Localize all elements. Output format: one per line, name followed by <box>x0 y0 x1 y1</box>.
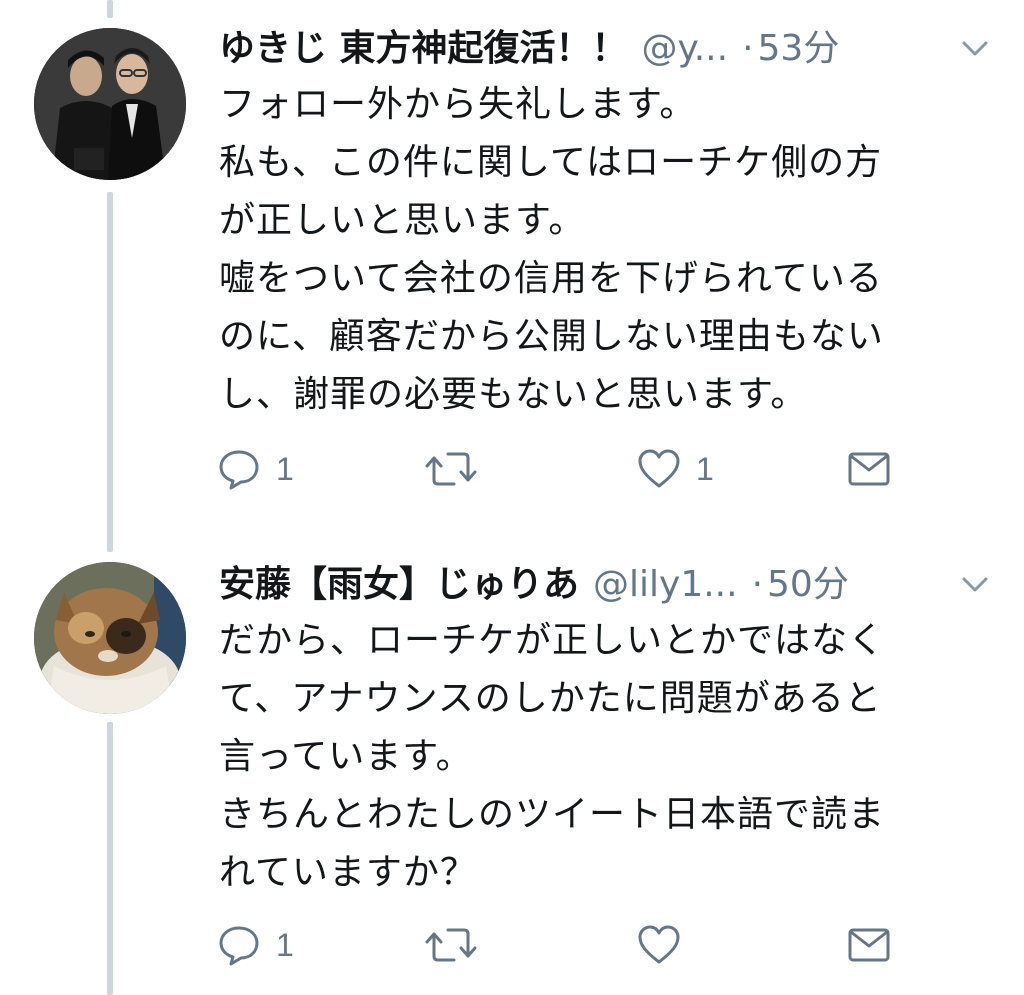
tweet-text-line: が正しいと思います。 <box>219 200 586 241</box>
retweet-icon <box>425 452 477 486</box>
timestamp[interactable]: 53分 <box>758 24 840 74</box>
envelope-icon <box>848 928 890 962</box>
reply-count: 1 <box>276 926 294 963</box>
tweet-text-line: 嘘をついて会社の信用を下げられている <box>219 258 883 299</box>
like-count: 1 <box>696 450 714 487</box>
separator-dot: · <box>742 28 754 69</box>
user-handle[interactable]: @y... <box>642 24 729 74</box>
avatar-photo-icon <box>34 562 186 714</box>
avatar[interactable] <box>34 562 186 714</box>
reply-icon <box>219 926 259 966</box>
tweet-actions: 1 1 <box>216 444 1006 494</box>
tweet-text-line: フォロー外から失礼します。 <box>219 84 697 125</box>
chevron-down-icon[interactable] <box>960 36 990 60</box>
direct-message-button[interactable] <box>846 444 892 494</box>
direct-message-button[interactable] <box>846 920 892 970</box>
display-name[interactable]: 安藤【雨女】じゅりあ <box>219 560 579 610</box>
user-handle[interactable]: @lily1... <box>593 560 738 610</box>
tweet-text-line: て、アナウンスのしかたに問題があると <box>219 678 882 719</box>
heart-icon <box>638 925 680 964</box>
like-button[interactable]: 1 <box>636 444 714 494</box>
tweet-text: フォロー外から失礼します。 私も、この件に関してはローチケ側の方 が正しいと思い… <box>219 76 1009 424</box>
avatar-photo-icon <box>34 28 186 180</box>
reply-count: 1 <box>276 450 294 487</box>
like-button[interactable] <box>636 920 696 970</box>
tweet-text-line: し、謝罪の必要もないと思います。 <box>219 374 808 415</box>
tweet-text-line: だから、ローチケが正しいとかではなく <box>219 620 886 661</box>
tweet-actions: 1 <box>216 920 1006 970</box>
retweet-button[interactable] <box>424 444 492 494</box>
reply-icon <box>219 450 259 490</box>
envelope-icon <box>848 452 890 486</box>
reply-button[interactable]: 1 <box>216 920 294 970</box>
tweet-text-line: 言っています。 <box>219 736 473 777</box>
tweet[interactable]: 安藤【雨女】じゅりあ @lily1... · 50分 だから、ローチケが正しいと… <box>0 540 1024 995</box>
tweet-text-line: のに、顧客だから公開しない理由もない <box>219 316 884 357</box>
avatar[interactable] <box>34 28 186 180</box>
retweet-button[interactable] <box>424 920 492 970</box>
timestamp[interactable]: 50分 <box>767 560 849 610</box>
retweet-icon <box>425 928 477 962</box>
tweet-header: 安藤【雨女】じゅりあ @lily1... · 50分 <box>219 560 1004 610</box>
display-name[interactable]: ゆきじ 東方神起復活！！ <box>219 24 628 74</box>
tweet-text-line: れていますか？ <box>219 852 477 893</box>
heart-icon <box>638 449 680 488</box>
tweet-text-line: 私も、この件に関してはローチケ側の方 <box>219 142 883 183</box>
reply-button[interactable]: 1 <box>216 444 294 494</box>
separator-dot: · <box>751 564 764 605</box>
tweet-text: だから、ローチケが正しいとかではなく て、アナウンスのしかたに問題があると 言っ… <box>219 612 1009 902</box>
chevron-down-icon[interactable] <box>960 572 990 596</box>
tweet-text-line: きちんとわたしのツイート日本語で読ま <box>219 794 886 835</box>
tweet-header: ゆきじ 東方神起復活！！ @y... · 53分 <box>219 24 1004 74</box>
tweet[interactable]: ゆきじ 東方神起復活！！ @y... · 53分 フォロー外から失礼します。 私… <box>0 0 1024 540</box>
